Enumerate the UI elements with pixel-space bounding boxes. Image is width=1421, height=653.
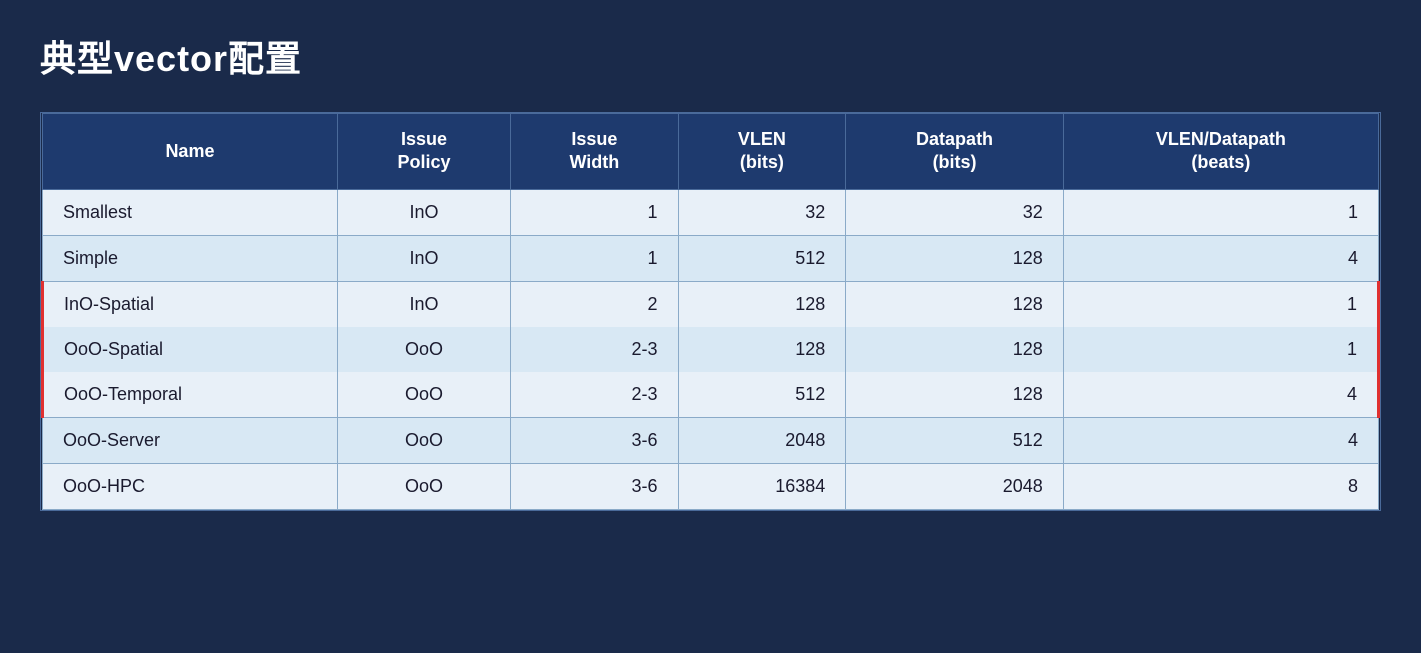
table-row: SmallestInO132321 [43, 189, 1379, 235]
table-row: OoO-TemporalOoO2-35121284 [43, 372, 1379, 418]
table-cell: 3-6 [511, 463, 678, 509]
table-cell: 2-3 [511, 372, 678, 418]
page-title: 典型vector配置 [40, 30, 1381, 82]
table-cell: 2 [511, 281, 678, 327]
table-cell: 512 [846, 417, 1063, 463]
table-row: OoO-SpatialOoO2-31281281 [43, 327, 1379, 372]
table-header-row: Name IssuePolicy IssueWidth VLEN(bits) D… [43, 114, 1379, 190]
table-cell: OoO-Spatial [43, 327, 338, 372]
table-cell: 4 [1063, 235, 1378, 281]
table-cell: InO-Spatial [43, 281, 338, 327]
vector-config-table: Name IssuePolicy IssueWidth VLEN(bits) D… [41, 113, 1380, 510]
table-cell: OoO [337, 372, 510, 418]
table-cell: 1 [511, 235, 678, 281]
table-cell: 128 [846, 235, 1063, 281]
table-cell: 128 [678, 281, 846, 327]
table-cell: 1 [1063, 327, 1378, 372]
table-cell: 2048 [678, 417, 846, 463]
table-cell: 3-6 [511, 417, 678, 463]
table-cell: 512 [678, 372, 846, 418]
table-cell: 1 [1063, 189, 1378, 235]
table-cell: OoO [337, 463, 510, 509]
col-header-name: Name [43, 114, 338, 190]
table-cell: OoO-HPC [43, 463, 338, 509]
table-row: OoO-HPCOoO3-61638420488 [43, 463, 1379, 509]
col-header-issue-policy: IssuePolicy [337, 114, 510, 190]
table-cell: 4 [1063, 372, 1378, 418]
table-row: OoO-ServerOoO3-620485124 [43, 417, 1379, 463]
col-header-datapath: Datapath(bits) [846, 114, 1063, 190]
table-cell: 4 [1063, 417, 1378, 463]
table-cell: 32 [846, 189, 1063, 235]
main-table-container: Name IssuePolicy IssueWidth VLEN(bits) D… [40, 112, 1381, 511]
table-cell: OoO [337, 327, 510, 372]
col-header-vlen: VLEN(bits) [678, 114, 846, 190]
table-cell: 1 [1063, 281, 1378, 327]
table-cell: OoO-Server [43, 417, 338, 463]
table-cell: 128 [678, 327, 846, 372]
col-header-vlen-datapath: VLEN/Datapath(beats) [1063, 114, 1378, 190]
table-cell: OoO [337, 417, 510, 463]
table-cell: InO [337, 281, 510, 327]
table-cell: Smallest [43, 189, 338, 235]
table-cell: 1 [511, 189, 678, 235]
table-cell: 128 [846, 372, 1063, 418]
table-cell: 512 [678, 235, 846, 281]
table-cell: InO [337, 235, 510, 281]
table-cell: 16384 [678, 463, 846, 509]
table-cell: InO [337, 189, 510, 235]
table-cell: Simple [43, 235, 338, 281]
table-row: InO-SpatialInO21281281 [43, 281, 1379, 327]
table-cell: 8 [1063, 463, 1378, 509]
table-cell: 32 [678, 189, 846, 235]
table-cell: 128 [846, 327, 1063, 372]
table-cell: OoO-Temporal [43, 372, 338, 418]
table-cell: 2-3 [511, 327, 678, 372]
col-header-issue-width: IssueWidth [511, 114, 678, 190]
table-cell: 2048 [846, 463, 1063, 509]
table-cell: 128 [846, 281, 1063, 327]
table-row: SimpleInO15121284 [43, 235, 1379, 281]
